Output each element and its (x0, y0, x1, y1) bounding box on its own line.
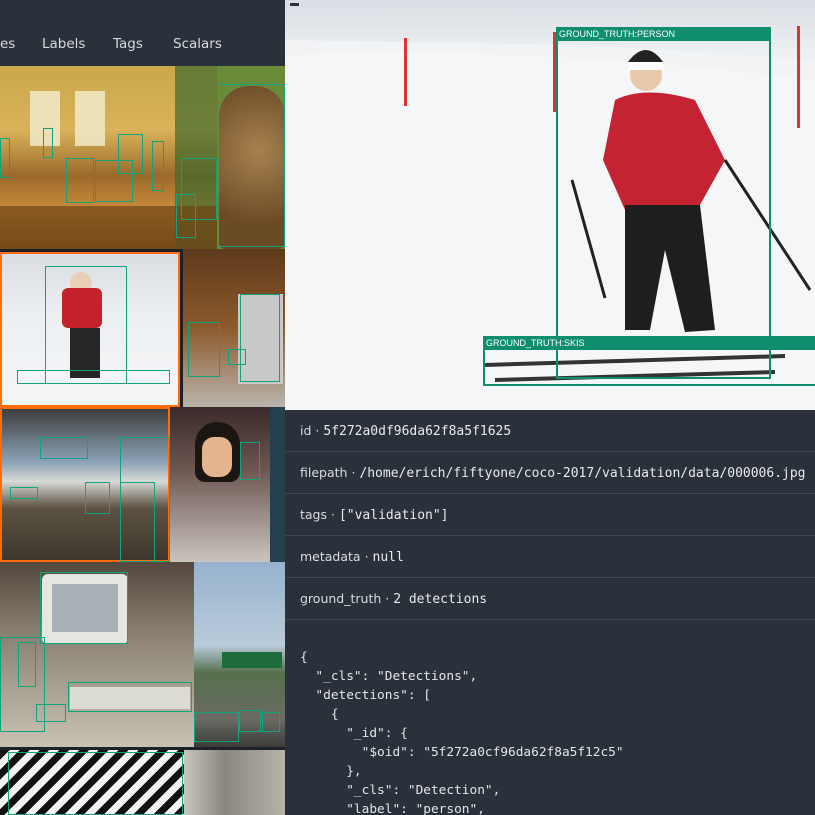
field-row-ground-truth[interactable]: ground_truth · 2 detections (285, 578, 815, 620)
json-line: "_id": { (300, 726, 408, 741)
field-value: null (372, 550, 404, 565)
detection-box-skis[interactable]: GROUND_TRUTH:SKIS (483, 336, 815, 386)
tab-tags[interactable]: Tags (113, 36, 143, 52)
json-line: "_cls": "Detections", (300, 669, 478, 684)
field-value: ["validation"] (338, 508, 449, 523)
tab-scalars[interactable]: Scalars (173, 36, 222, 52)
sample-grid (0, 66, 285, 815)
sample-tile-woman-phone[interactable] (170, 407, 270, 562)
sample-tile-street[interactable] (194, 562, 285, 747)
sample-tile-kitchen[interactable] (183, 249, 285, 407)
field-filepath: filepath · /home/erich/fiftyone/coco-201… (300, 465, 806, 481)
sample-tile-bridge[interactable] (0, 407, 170, 562)
field-value: /home/erich/fiftyone/coco-2017/validatio… (359, 466, 806, 481)
field-key: ground_truth (300, 591, 382, 606)
json-line: "label": "person", (300, 802, 485, 815)
json-line: "$oid": "5f272a0cf96da62f8a5f12c5" (300, 745, 624, 760)
detection-label-skis: GROUND_TRUTH:SKIS (483, 336, 815, 350)
field-key: id (300, 423, 312, 438)
sample-info-panel: id · 5f272a0df96da62f8a5f1625 filepath ·… (285, 410, 815, 815)
tab-labels[interactable]: Labels (42, 36, 85, 52)
detection-box-person[interactable]: GROUND_TRUTH:PERSON (556, 27, 771, 379)
tab-bar: es Labels Tags Scalars (0, 0, 285, 66)
json-line: { (300, 707, 339, 722)
sample-tile-skier[interactable] (0, 252, 180, 407)
field-row-tags: tags · ["validation"] (285, 494, 815, 536)
sample-tile-zebra[interactable] (0, 750, 184, 815)
sample-tile-computer[interactable] (0, 562, 194, 747)
sample-image-view[interactable]: GROUND_TRUTH:PERSON GROUND_TRUTH:SKIS (285, 0, 815, 410)
sample-tile-bear[interactable] (217, 66, 285, 249)
field-metadata: metadata · null (300, 549, 404, 565)
field-row-id: id · 5f272a0df96da62f8a5f1625 (285, 410, 815, 452)
menu-icon[interactable] (290, 3, 299, 6)
json-line: "detections": [ (300, 688, 431, 703)
field-key: metadata (300, 549, 361, 564)
field-row-metadata: metadata · null (285, 536, 815, 578)
sample-tile-living-room[interactable] (0, 66, 217, 249)
detection-label-person: GROUND_TRUTH:PERSON (556, 27, 771, 41)
field-tags: tags · ["validation"] (300, 507, 449, 523)
field-key: tags (300, 507, 328, 522)
field-ground-truth: ground_truth · 2 detections (300, 591, 488, 607)
tab-samples[interactable]: es (0, 36, 15, 52)
json-line: "_cls": "Detection", (300, 783, 501, 798)
ground-truth-json: { "_cls": "Detections", "detections": [ … (300, 648, 624, 815)
sample-tile-edge[interactable] (270, 407, 285, 562)
field-key: filepath (300, 465, 348, 480)
field-row-filepath: filepath · /home/erich/fiftyone/coco-201… (285, 452, 815, 494)
json-line: { (300, 650, 308, 665)
sample-tile-building[interactable] (184, 750, 285, 815)
json-line: }, (300, 764, 362, 779)
field-id: id · 5f272a0df96da62f8a5f1625 (300, 423, 512, 439)
field-value: 5f272a0df96da62f8a5f1625 (323, 424, 512, 439)
field-value: 2 detections (393, 592, 488, 607)
